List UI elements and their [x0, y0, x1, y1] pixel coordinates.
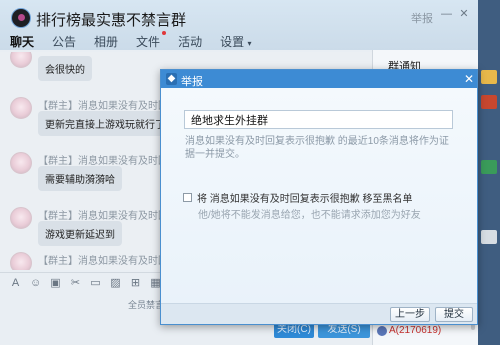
desktop-side-strip [478, 0, 500, 345]
shield-icon: ◆ [166, 73, 177, 85]
message-bubble: 会很快的 [38, 56, 92, 81]
avatar[interactable] [10, 207, 32, 229]
block-description: 他/她将不能发消息给您，也不能请求添加您为好友 [198, 210, 421, 221]
emoji-icon[interactable]: ☺ [30, 277, 41, 289]
mute-notice: 全员禁言 [128, 300, 165, 310]
font-icon[interactable]: A [10, 277, 21, 289]
new-dot-icon [162, 31, 167, 35]
block-label[interactable]: 将 消息如果没有及时回复表示很抱歉 移至黑名单 [197, 190, 413, 205]
report-dialog: ◆ 举报 ✕ 消息如果没有及时回复表示很抱歉 的最近10条消息将作为证据一并提交… [160, 69, 478, 325]
chevron-down-icon: ▾ [247, 39, 252, 48]
dialog-close-icon[interactable]: ✕ [463, 72, 475, 86]
dialog-footer: 上一步 提交 [161, 303, 477, 324]
folder-icon[interactable]: ▭ [90, 276, 101, 289]
tab-files-label: 文件 [136, 35, 161, 49]
chat-header: 排行榜最实惠不禁言群 举报 — ✕ 聊天 公告 相册 文件 活动 设置 ▾ [0, 0, 478, 54]
tab-files[interactable]: 文件 [136, 31, 167, 51]
report-reason-input[interactable] [184, 110, 453, 129]
dialog-title: 举报 [181, 76, 203, 88]
tab-notice[interactable]: 公告 [52, 33, 76, 51]
message-bubble: 需要辅助漪漪哈 [38, 166, 122, 191]
tab-settings-label: 设置 [220, 35, 245, 49]
submit-button[interactable]: 提交 [435, 307, 473, 322]
gif-icon[interactable]: ▣ [50, 276, 61, 289]
tab-bar: 聊天 公告 相册 文件 活动 设置 ▾ [10, 31, 269, 54]
dialog-titlebar: ◆ 举报 ✕ [161, 70, 477, 88]
close-icon[interactable]: ✕ [459, 9, 469, 20]
group-avatar[interactable] [11, 8, 31, 28]
tab-chat[interactable]: 聊天 [10, 33, 35, 54]
evidence-hint: 消息如果没有及时回复表示很抱歉 的最近10条消息将作为证据一并提交。 [185, 136, 449, 160]
gift-icon[interactable]: ⊞ [130, 276, 141, 289]
app-icon[interactable] [481, 230, 497, 244]
block-checkbox[interactable] [183, 193, 192, 202]
previous-step-button[interactable]: 上一步 [390, 307, 430, 322]
avatar[interactable] [10, 152, 32, 174]
app-icon[interactable] [481, 95, 497, 109]
tab-album[interactable]: 相册 [94, 33, 118, 51]
app-icon[interactable] [481, 70, 497, 84]
member-item[interactable]: A(2170619) [389, 325, 441, 336]
message-bubble: 游戏更新延迟到 [38, 221, 122, 246]
scissors-icon[interactable]: ✂ [70, 276, 81, 289]
group-title: 排行榜最实惠不禁言群 [36, 12, 187, 29]
avatar[interactable] [10, 97, 32, 119]
avatar[interactable] [10, 252, 32, 270]
minimize-icon[interactable]: — [441, 9, 452, 20]
image-icon[interactable]: ▨ [110, 276, 121, 289]
avatar [377, 326, 387, 336]
avatar[interactable] [10, 52, 32, 68]
report-link[interactable]: 举报 [411, 10, 433, 26]
dialog-body: 消息如果没有及时回复表示很抱歉 的最近10条消息将作为证据一并提交。 将 消息如… [161, 88, 477, 303]
tab-activity[interactable]: 活动 [178, 33, 202, 51]
block-option[interactable]: 将 消息如果没有及时回复表示很抱歉 移至黑名单 [183, 190, 413, 205]
tab-settings[interactable]: 设置 ▾ [220, 33, 251, 51]
app-icon[interactable] [481, 160, 497, 174]
